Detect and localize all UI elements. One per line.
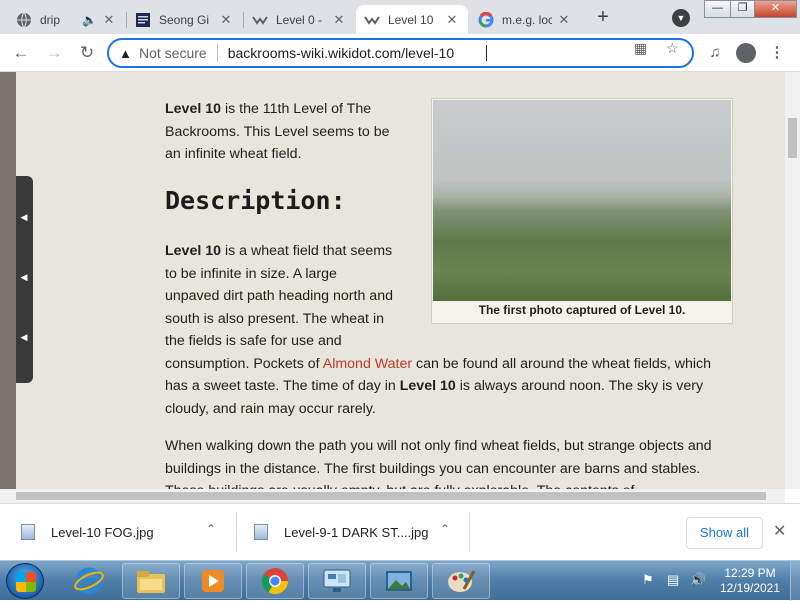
network-icon[interactable]: ▤ (667, 572, 679, 588)
url-text[interactable]: backrooms-wiki.wikidot.com/level-10 (228, 45, 454, 61)
speaker-icon[interactable]: 🔈 (82, 13, 97, 27)
image-block: The first photo captured of Level 10. (431, 98, 733, 324)
download-item[interactable]: Level-9-1 DARK ST....jpg (254, 514, 429, 550)
scroll-thumb[interactable] (788, 118, 797, 158)
show-all-button[interactable]: Show all (686, 517, 763, 549)
wikidot-icon (364, 12, 380, 28)
close-tab-icon[interactable]: ✕ (101, 12, 117, 28)
media-player-icon (202, 570, 224, 592)
left-sidebar-strip (0, 72, 16, 489)
page-content: ◀ ◀ ◀ Level 10 is the 11th Level of The … (0, 72, 785, 489)
horizontal-scrollbar[interactable] (0, 489, 785, 503)
warning-icon[interactable]: ▲ (119, 46, 137, 61)
windows-logo-icon (16, 572, 36, 592)
taskbar-chrome[interactable] (246, 563, 304, 599)
download-filename: Level-10 FOG.jpg (51, 524, 154, 540)
security-label[interactable]: Not secure (139, 45, 207, 61)
address-bar[interactable]: ▲ Not secure backrooms-wiki.wikidot.com/… (107, 38, 694, 68)
close-tab-icon[interactable]: ✕ (444, 12, 460, 28)
back-arrow-icon[interactable]: ← (10, 42, 32, 64)
tab-level-10[interactable]: Level 10 ✕ (356, 5, 468, 34)
browser-toolbar: ← → ↻ ▲ Not secure backrooms-wiki.wikido… (0, 34, 800, 72)
chevron-up-icon[interactable]: ⌃ (206, 522, 216, 536)
image-caption: The first photo captured of Level 10. (478, 303, 686, 317)
text-cursor (486, 45, 487, 61)
bookmark-star-icon[interactable]: ☆ (666, 40, 679, 57)
paint-palette-icon (448, 570, 476, 592)
folder-icon (137, 571, 165, 593)
menu-icon[interactable]: ⋮ (766, 42, 788, 64)
taskbar-photo-viewer[interactable] (370, 563, 428, 599)
left-arrow-icon[interactable]: ◀ (19, 212, 29, 223)
taskbar-paint[interactable] (432, 563, 490, 599)
download-bar: Level-10 FOG.jpg ⌃ Level-9-1 DARK ST....… (0, 503, 800, 560)
photo-viewer-icon (386, 571, 412, 591)
internet-explorer-icon (74, 567, 104, 595)
close-tab-icon[interactable]: ✕ (331, 12, 347, 28)
system-clock[interactable]: 12:29 PM 12/19/2021 (716, 566, 784, 596)
monitor-icon (323, 569, 351, 592)
left-arrow-icon[interactable]: ◀ (19, 272, 29, 283)
show-desktop-button[interactable] (790, 561, 800, 601)
profile-avatar-icon[interactable] (736, 43, 756, 63)
scroll-thumb[interactable] (16, 492, 766, 500)
close-icon[interactable]: ✕ (773, 521, 786, 541)
reload-icon[interactable]: ↻ (76, 42, 98, 64)
tab-level-0[interactable]: Level 0 - ✕ (244, 5, 355, 34)
maximize-button[interactable]: ❐ (730, 0, 755, 18)
wheat-field-photo[interactable] (433, 100, 731, 301)
windows-taskbar: ⚑ ▤ 🔊 12:29 PM 12/19/2021 (0, 560, 800, 601)
volume-icon[interactable]: 🔊 (690, 572, 706, 588)
almond-water-link[interactable]: Almond Water (323, 356, 412, 372)
taskbar-media-player[interactable] (184, 563, 242, 599)
chrome-icon (261, 568, 289, 595)
close-tab-icon[interactable]: ✕ (556, 12, 572, 28)
media-playlist-icon[interactable]: ♫ (704, 42, 726, 64)
new-tab-button[interactable]: + (592, 7, 614, 29)
globe-icon (16, 12, 32, 28)
path-paragraph: When walking down the path you will not … (165, 438, 712, 489)
close-window-button[interactable]: ✕ (754, 0, 797, 18)
tab-search-icon[interactable]: ▼ (672, 9, 690, 27)
download-filename: Level-9-1 DARK ST....jpg (284, 524, 429, 540)
clock-time: 12:29 PM (724, 566, 776, 580)
tab-meg-loc[interactable]: m.e.g. loc ✕ (470, 5, 580, 34)
tab-drip[interactable]: drip 🔈 ✕ (8, 5, 125, 34)
qr-code-icon[interactable]: ▦ (634, 40, 647, 57)
vertical-scrollbar[interactable] (785, 72, 800, 489)
forward-arrow-icon[interactable]: → (43, 42, 65, 64)
left-arrow-icon[interactable]: ◀ (19, 332, 29, 343)
download-item[interactable]: Level-10 FOG.jpg (21, 514, 154, 550)
minimize-button[interactable]: — (704, 0, 731, 18)
taskbar-remote-desktop[interactable] (308, 563, 366, 599)
start-button[interactable] (6, 563, 44, 599)
chevron-up-icon[interactable]: ⌃ (440, 522, 450, 536)
close-tab-icon[interactable]: ✕ (218, 12, 234, 28)
google-icon (478, 11, 494, 28)
taskbar-file-explorer[interactable] (122, 563, 180, 599)
tab-seong-gi[interactable]: Seong Gi ✕ (127, 5, 242, 34)
image-file-icon (254, 524, 268, 540)
side-panel-toggle[interactable]: ◀ ◀ ◀ (16, 176, 33, 383)
book-icon (135, 12, 151, 28)
taskbar-internet-explorer[interactable] (60, 563, 118, 599)
flag-icon[interactable]: ⚑ (642, 572, 654, 588)
tab-strip: drip 🔈 ✕ Seong Gi ✕ Level 0 - ✕ Level 10… (0, 0, 800, 34)
clock-date: 12/19/2021 (719, 581, 781, 595)
wikidot-icon (252, 12, 268, 28)
image-file-icon (21, 524, 35, 540)
intro-paragraph: Level 10 is the 11th Level of The Backro… (165, 101, 390, 162)
